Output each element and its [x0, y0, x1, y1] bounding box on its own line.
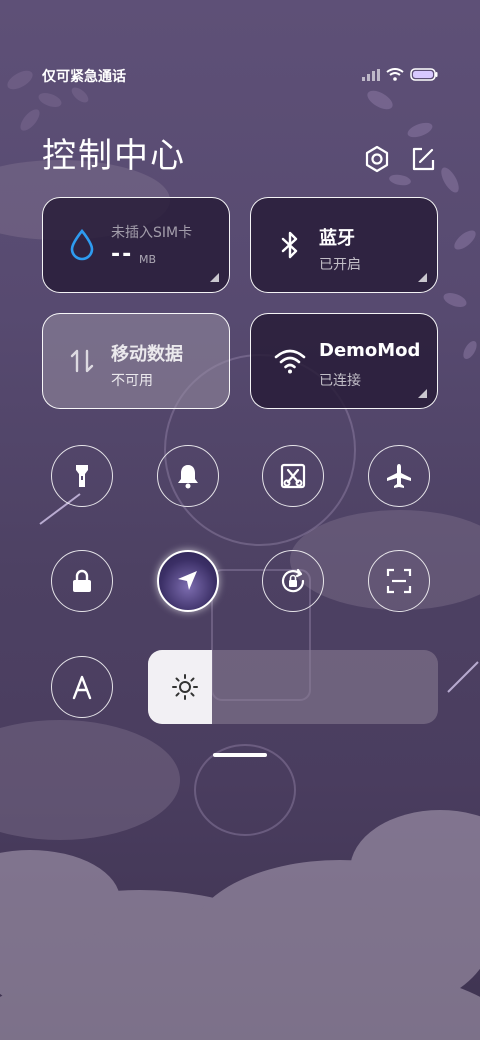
- airplane-mode-toggle[interactable]: [368, 445, 430, 507]
- mobile-data-tile[interactable]: 移动数据 不可用: [42, 313, 230, 409]
- wifi-tile[interactable]: DemoMod 已连接: [250, 313, 438, 409]
- mobile-data-label: 移动数据: [111, 344, 183, 365]
- data-tile-unit: MB: [139, 253, 157, 266]
- settings-button[interactable]: [362, 144, 392, 174]
- status-bar: 仅可紧急通话: [42, 66, 438, 88]
- location-toggle[interactable]: [157, 550, 219, 612]
- wifi-network-name: DemoMod: [319, 340, 421, 361]
- page-title: 控制中心: [42, 136, 186, 176]
- settings-icon: [365, 145, 389, 173]
- expand-corner: [210, 273, 219, 282]
- edit-icon: [412, 147, 435, 171]
- bluetooth-label: 蓝牙: [319, 228, 355, 249]
- battery-icon: [410, 68, 438, 81]
- rotation-lock-toggle[interactable]: [262, 550, 324, 612]
- expand-corner: [418, 389, 427, 398]
- wifi-status: 已连接: [319, 373, 361, 389]
- font-size-toggle[interactable]: [51, 656, 113, 718]
- signal-icon: [362, 68, 380, 81]
- scan-icon: [386, 568, 412, 594]
- wifi-status-icon: [386, 68, 404, 81]
- drag-handle[interactable]: [213, 753, 267, 757]
- screenshot-icon: [280, 463, 306, 489]
- bell-icon: [178, 465, 198, 489]
- rotation-lock-icon: [281, 568, 305, 593]
- data-drop-icon: [70, 228, 94, 261]
- flashlight-icon: [76, 465, 88, 487]
- bluetooth-status: 已开启: [319, 257, 361, 273]
- scan-toggle[interactable]: [368, 550, 430, 612]
- brightness-icon: [172, 674, 198, 700]
- carrier-text: 仅可紧急通话: [42, 69, 126, 85]
- flashlight-toggle[interactable]: [51, 445, 113, 507]
- wifi-icon: [274, 349, 306, 374]
- brightness-slider[interactable]: [148, 650, 438, 724]
- expand-corner: [418, 273, 427, 282]
- data-usage-tile[interactable]: 未插入SIM卡 -- MB: [42, 197, 230, 293]
- lock-icon: [73, 569, 91, 592]
- edit-button[interactable]: [408, 144, 438, 174]
- location-icon: [178, 571, 197, 590]
- ring-toggle[interactable]: [157, 445, 219, 507]
- screenshot-toggle[interactable]: [262, 445, 324, 507]
- mobile-data-icon: [70, 349, 94, 373]
- data-tile-label: 未插入SIM卡: [111, 225, 193, 241]
- mobile-data-status: 不可用: [111, 373, 153, 389]
- bluetooth-tile[interactable]: 蓝牙 已开启: [250, 197, 438, 293]
- airplane-icon: [387, 464, 411, 488]
- auto-text-icon: [72, 675, 92, 700]
- bluetooth-icon: [281, 231, 298, 259]
- data-tile-value: --: [111, 242, 134, 267]
- lock-screen-toggle[interactable]: [51, 550, 113, 612]
